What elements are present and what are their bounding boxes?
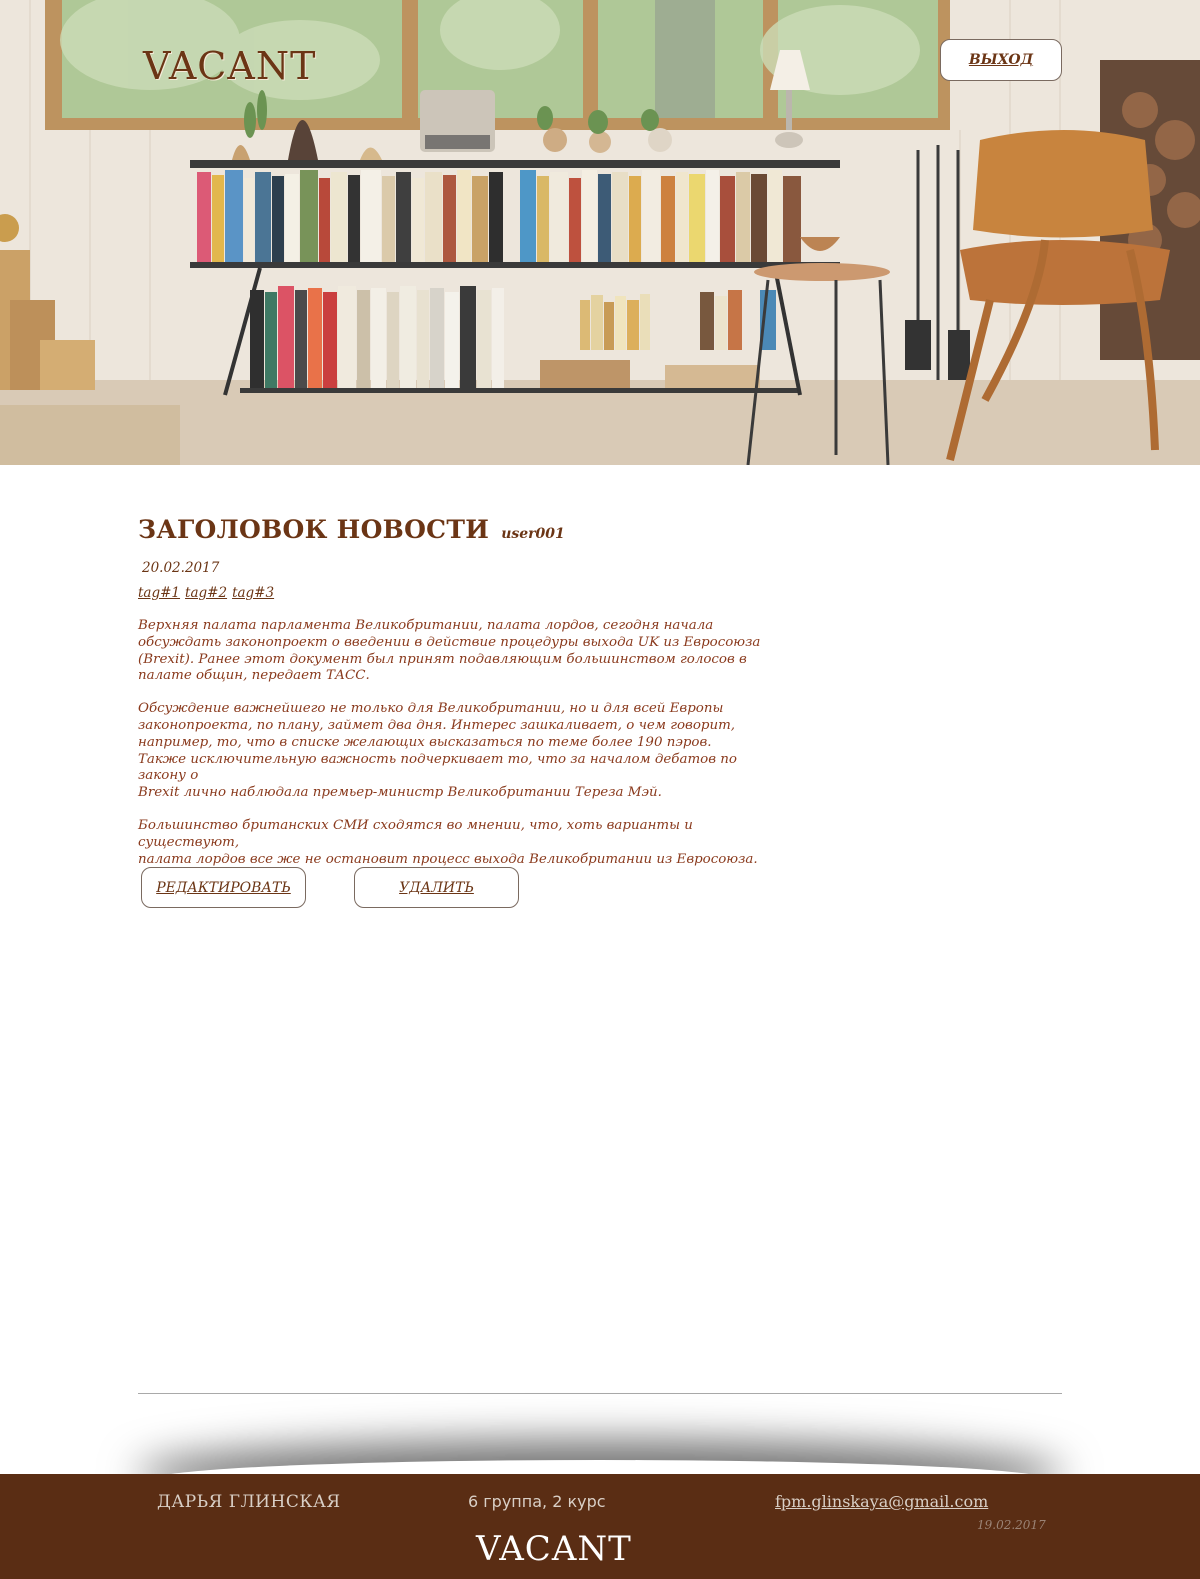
article-body: Верхняя палата парламента Великобритании… (138, 618, 778, 868)
edit-button[interactable]: РЕДАКТИРОВАТЬ (141, 867, 306, 908)
site-footer: ДАРЬЯ ГЛИНСКАЯ 6 группа, 2 курс fpm.glin… (0, 1474, 1200, 1579)
logout-button[interactable]: ВЫХОД (940, 39, 1062, 81)
tag-link[interactable]: tag#3 (232, 585, 274, 601)
news-title: ЗАГОЛОВОК НОВОСТИ (138, 515, 490, 544)
footer-divider (138, 1393, 1062, 1394)
site-logo[interactable]: VACANT (143, 44, 316, 88)
footer-date: 19.02.2017 (977, 1518, 1046, 1532)
tag-link[interactable]: tag#2 (185, 585, 227, 601)
footer-email-link[interactable]: fpm.glinskaya@gmail.com (775, 1492, 988, 1511)
tag-link[interactable]: tag#1 (138, 585, 180, 601)
tag-list: tag#1 tag#2 tag#3 (138, 585, 778, 601)
article-paragraph: Обсуждение важнейшего не только для Вели… (138, 701, 737, 801)
publish-date: 20.02.2017 (142, 560, 220, 576)
footer-group: 6 группа, 2 курс (468, 1492, 606, 1511)
footer-logo[interactable]: VACANT (476, 1529, 632, 1569)
author-name[interactable]: user001 (501, 526, 565, 542)
news-article: ЗАГОЛОВОК НОВОСТИ user001 20.02.2017 tag… (138, 515, 778, 884)
delete-button[interactable]: УДАЛИТЬ (354, 867, 519, 908)
title-row: ЗАГОЛОВОК НОВОСТИ user001 (138, 515, 778, 544)
footer-author-name: ДАРЬЯ ГЛИНСКАЯ (157, 1492, 341, 1512)
article-paragraph: Большинство британских СМИ сходятся во м… (138, 817, 758, 867)
article-paragraph: Верхняя палата парламента Великобритании… (138, 618, 761, 684)
